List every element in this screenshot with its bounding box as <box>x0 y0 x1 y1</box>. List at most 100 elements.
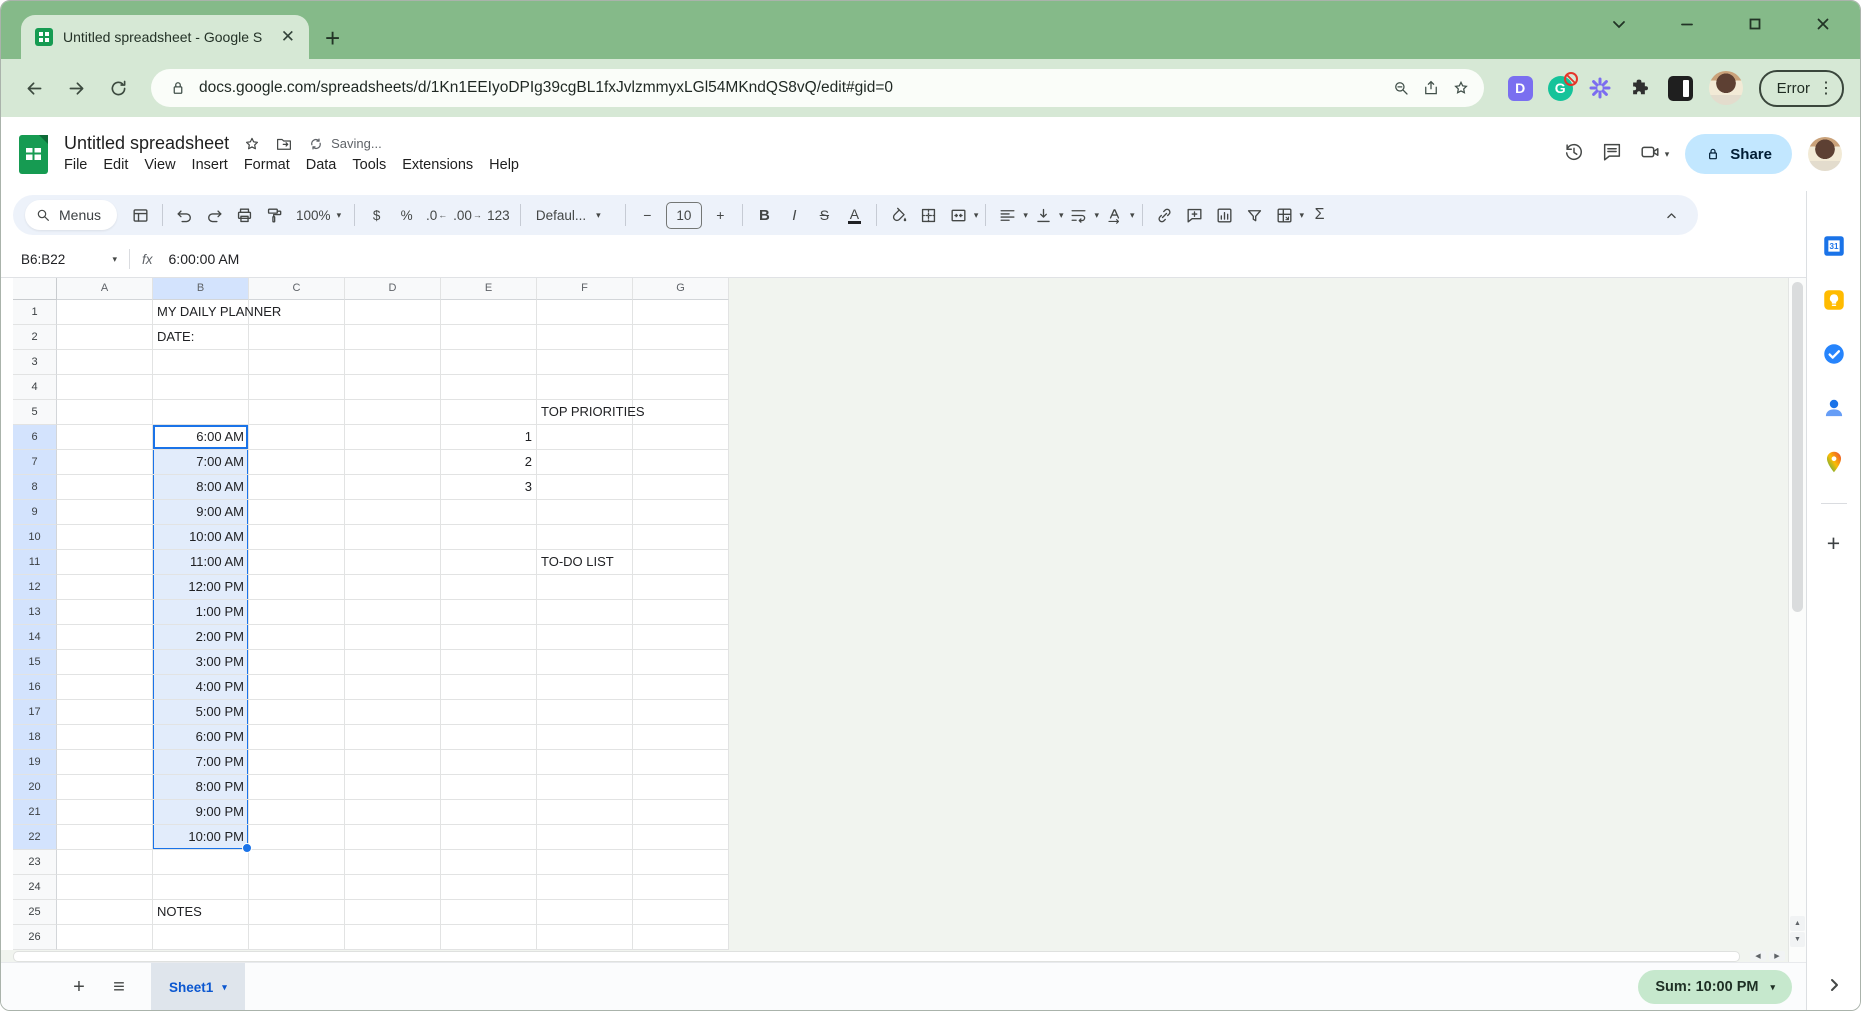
cell-F15[interactable] <box>537 650 633 675</box>
cell-B4[interactable] <box>153 375 249 400</box>
video-camera-icon[interactable] <box>1639 141 1661 168</box>
cell-G3[interactable] <box>633 350 729 375</box>
row-header-23[interactable]: 23 <box>13 850 57 875</box>
insert-link-icon[interactable] <box>1150 201 1179 229</box>
cell-D14[interactable] <box>345 625 441 650</box>
cell-G9[interactable] <box>633 500 729 525</box>
cell-C16[interactable] <box>249 675 345 700</box>
borders-icon[interactable] <box>914 201 943 229</box>
cell-B20[interactable]: 8:00 PM <box>153 775 249 800</box>
cell-C11[interactable] <box>249 550 345 575</box>
cell-D1[interactable] <box>345 300 441 325</box>
row-header-8[interactable]: 8 <box>13 475 57 500</box>
cell-A24[interactable] <box>57 875 153 900</box>
cell-G20[interactable] <box>633 775 729 800</box>
cell-C22[interactable] <box>249 825 345 850</box>
decrease-decimal-button[interactable]: .0← <box>422 201 451 229</box>
cell-A7[interactable] <box>57 450 153 475</box>
cell-C12[interactable] <box>249 575 345 600</box>
browser-tab[interactable]: Untitled spreadsheet - Google S ✕ <box>21 15 309 59</box>
cell-D26[interactable] <box>345 925 441 950</box>
cell-C7[interactable] <box>249 450 345 475</box>
maps-icon[interactable] <box>1821 449 1847 475</box>
row-header-10[interactable]: 10 <box>13 525 57 550</box>
cell-A20[interactable] <box>57 775 153 800</box>
cell-D11[interactable] <box>345 550 441 575</box>
cell-C25[interactable] <box>249 900 345 925</box>
cell-A17[interactable] <box>57 700 153 725</box>
cell-E1[interactable] <box>441 300 537 325</box>
cell-D18[interactable] <box>345 725 441 750</box>
comment-history-icon[interactable] <box>1601 141 1623 168</box>
bold-button[interactable]: B <box>750 201 779 229</box>
document-title[interactable]: Untitled spreadsheet <box>64 133 229 154</box>
cell-C26[interactable] <box>249 925 345 950</box>
cell-C9[interactable] <box>249 500 345 525</box>
menu-extensions[interactable]: Extensions <box>394 155 481 175</box>
undo-icon[interactable] <box>170 201 199 229</box>
cell-E13[interactable] <box>441 600 537 625</box>
text-rotation-caret-icon[interactable]: ▾ <box>1130 210 1135 221</box>
cell-E11[interactable] <box>441 550 537 575</box>
cell-A18[interactable] <box>57 725 153 750</box>
column-header-C[interactable]: C <box>249 278 345 300</box>
cell-F10[interactable] <box>537 525 633 550</box>
cell-G8[interactable] <box>633 475 729 500</box>
cell-B23[interactable] <box>153 850 249 875</box>
close-window-icon[interactable] <box>1812 13 1834 35</box>
cell-G12[interactable] <box>633 575 729 600</box>
cell-A26[interactable] <box>57 925 153 950</box>
cell-G5[interactable] <box>633 400 729 425</box>
cell-E26[interactable] <box>441 925 537 950</box>
cell-B3[interactable] <box>153 350 249 375</box>
cell-F26[interactable] <box>537 925 633 950</box>
cell-A15[interactable] <box>57 650 153 675</box>
row-header-13[interactable]: 13 <box>13 600 57 625</box>
cell-A21[interactable] <box>57 800 153 825</box>
cell-A11[interactable] <box>57 550 153 575</box>
menu-edit[interactable]: Edit <box>95 155 136 175</box>
cell-D19[interactable] <box>345 750 441 775</box>
cell-G26[interactable] <box>633 925 729 950</box>
cell-D12[interactable] <box>345 575 441 600</box>
horizontal-align-caret-icon[interactable]: ▾ <box>1023 210 1028 221</box>
cell-F12[interactable] <box>537 575 633 600</box>
cell-B17[interactable]: 5:00 PM <box>153 700 249 725</box>
paint-format-icon[interactable] <box>260 201 289 229</box>
cell-E16[interactable] <box>441 675 537 700</box>
row-header-17[interactable]: 17 <box>13 700 57 725</box>
scroll-right-icon[interactable]: ▶ <box>1769 951 1785 961</box>
row-header-4[interactable]: 4 <box>13 375 57 400</box>
text-wrap-caret-icon[interactable]: ▾ <box>1094 210 1099 221</box>
asterisk-extension-icon[interactable] <box>1588 76 1613 101</box>
cell-F19[interactable] <box>537 750 633 775</box>
cell-A2[interactable] <box>57 325 153 350</box>
row-header-9[interactable]: 9 <box>13 500 57 525</box>
star-icon[interactable] <box>243 135 261 153</box>
row-header-6[interactable]: 6 <box>13 425 57 450</box>
cell-A25[interactable] <box>57 900 153 925</box>
merge-cells-icon[interactable] <box>944 201 973 229</box>
cell-A23[interactable] <box>57 850 153 875</box>
scroll-up-icon[interactable]: ▲ <box>1790 916 1805 931</box>
cell-C6[interactable] <box>249 425 345 450</box>
cell-B14[interactable]: 2:00 PM <box>153 625 249 650</box>
cell-F24[interactable] <box>537 875 633 900</box>
cell-A12[interactable] <box>57 575 153 600</box>
cell-C24[interactable] <box>249 875 345 900</box>
cell-A13[interactable] <box>57 600 153 625</box>
row-header-20[interactable]: 20 <box>13 775 57 800</box>
cell-F14[interactable] <box>537 625 633 650</box>
font-size-input[interactable]: 10 <box>666 202 702 229</box>
row-header-19[interactable]: 19 <box>13 750 57 775</box>
cell-E5[interactable] <box>441 400 537 425</box>
cell-D3[interactable] <box>345 350 441 375</box>
vertical-align-caret-icon[interactable]: ▾ <box>1059 210 1064 221</box>
row-header-12[interactable]: 12 <box>13 575 57 600</box>
cell-B11[interactable]: 11:00 AM <box>153 550 249 575</box>
cell-A3[interactable] <box>57 350 153 375</box>
increase-font-size-button[interactable]: + <box>706 201 735 229</box>
back-icon[interactable] <box>17 71 51 105</box>
minimize-icon[interactable] <box>1676 13 1698 35</box>
name-box-caret-icon[interactable]: ▾ <box>112 254 117 265</box>
